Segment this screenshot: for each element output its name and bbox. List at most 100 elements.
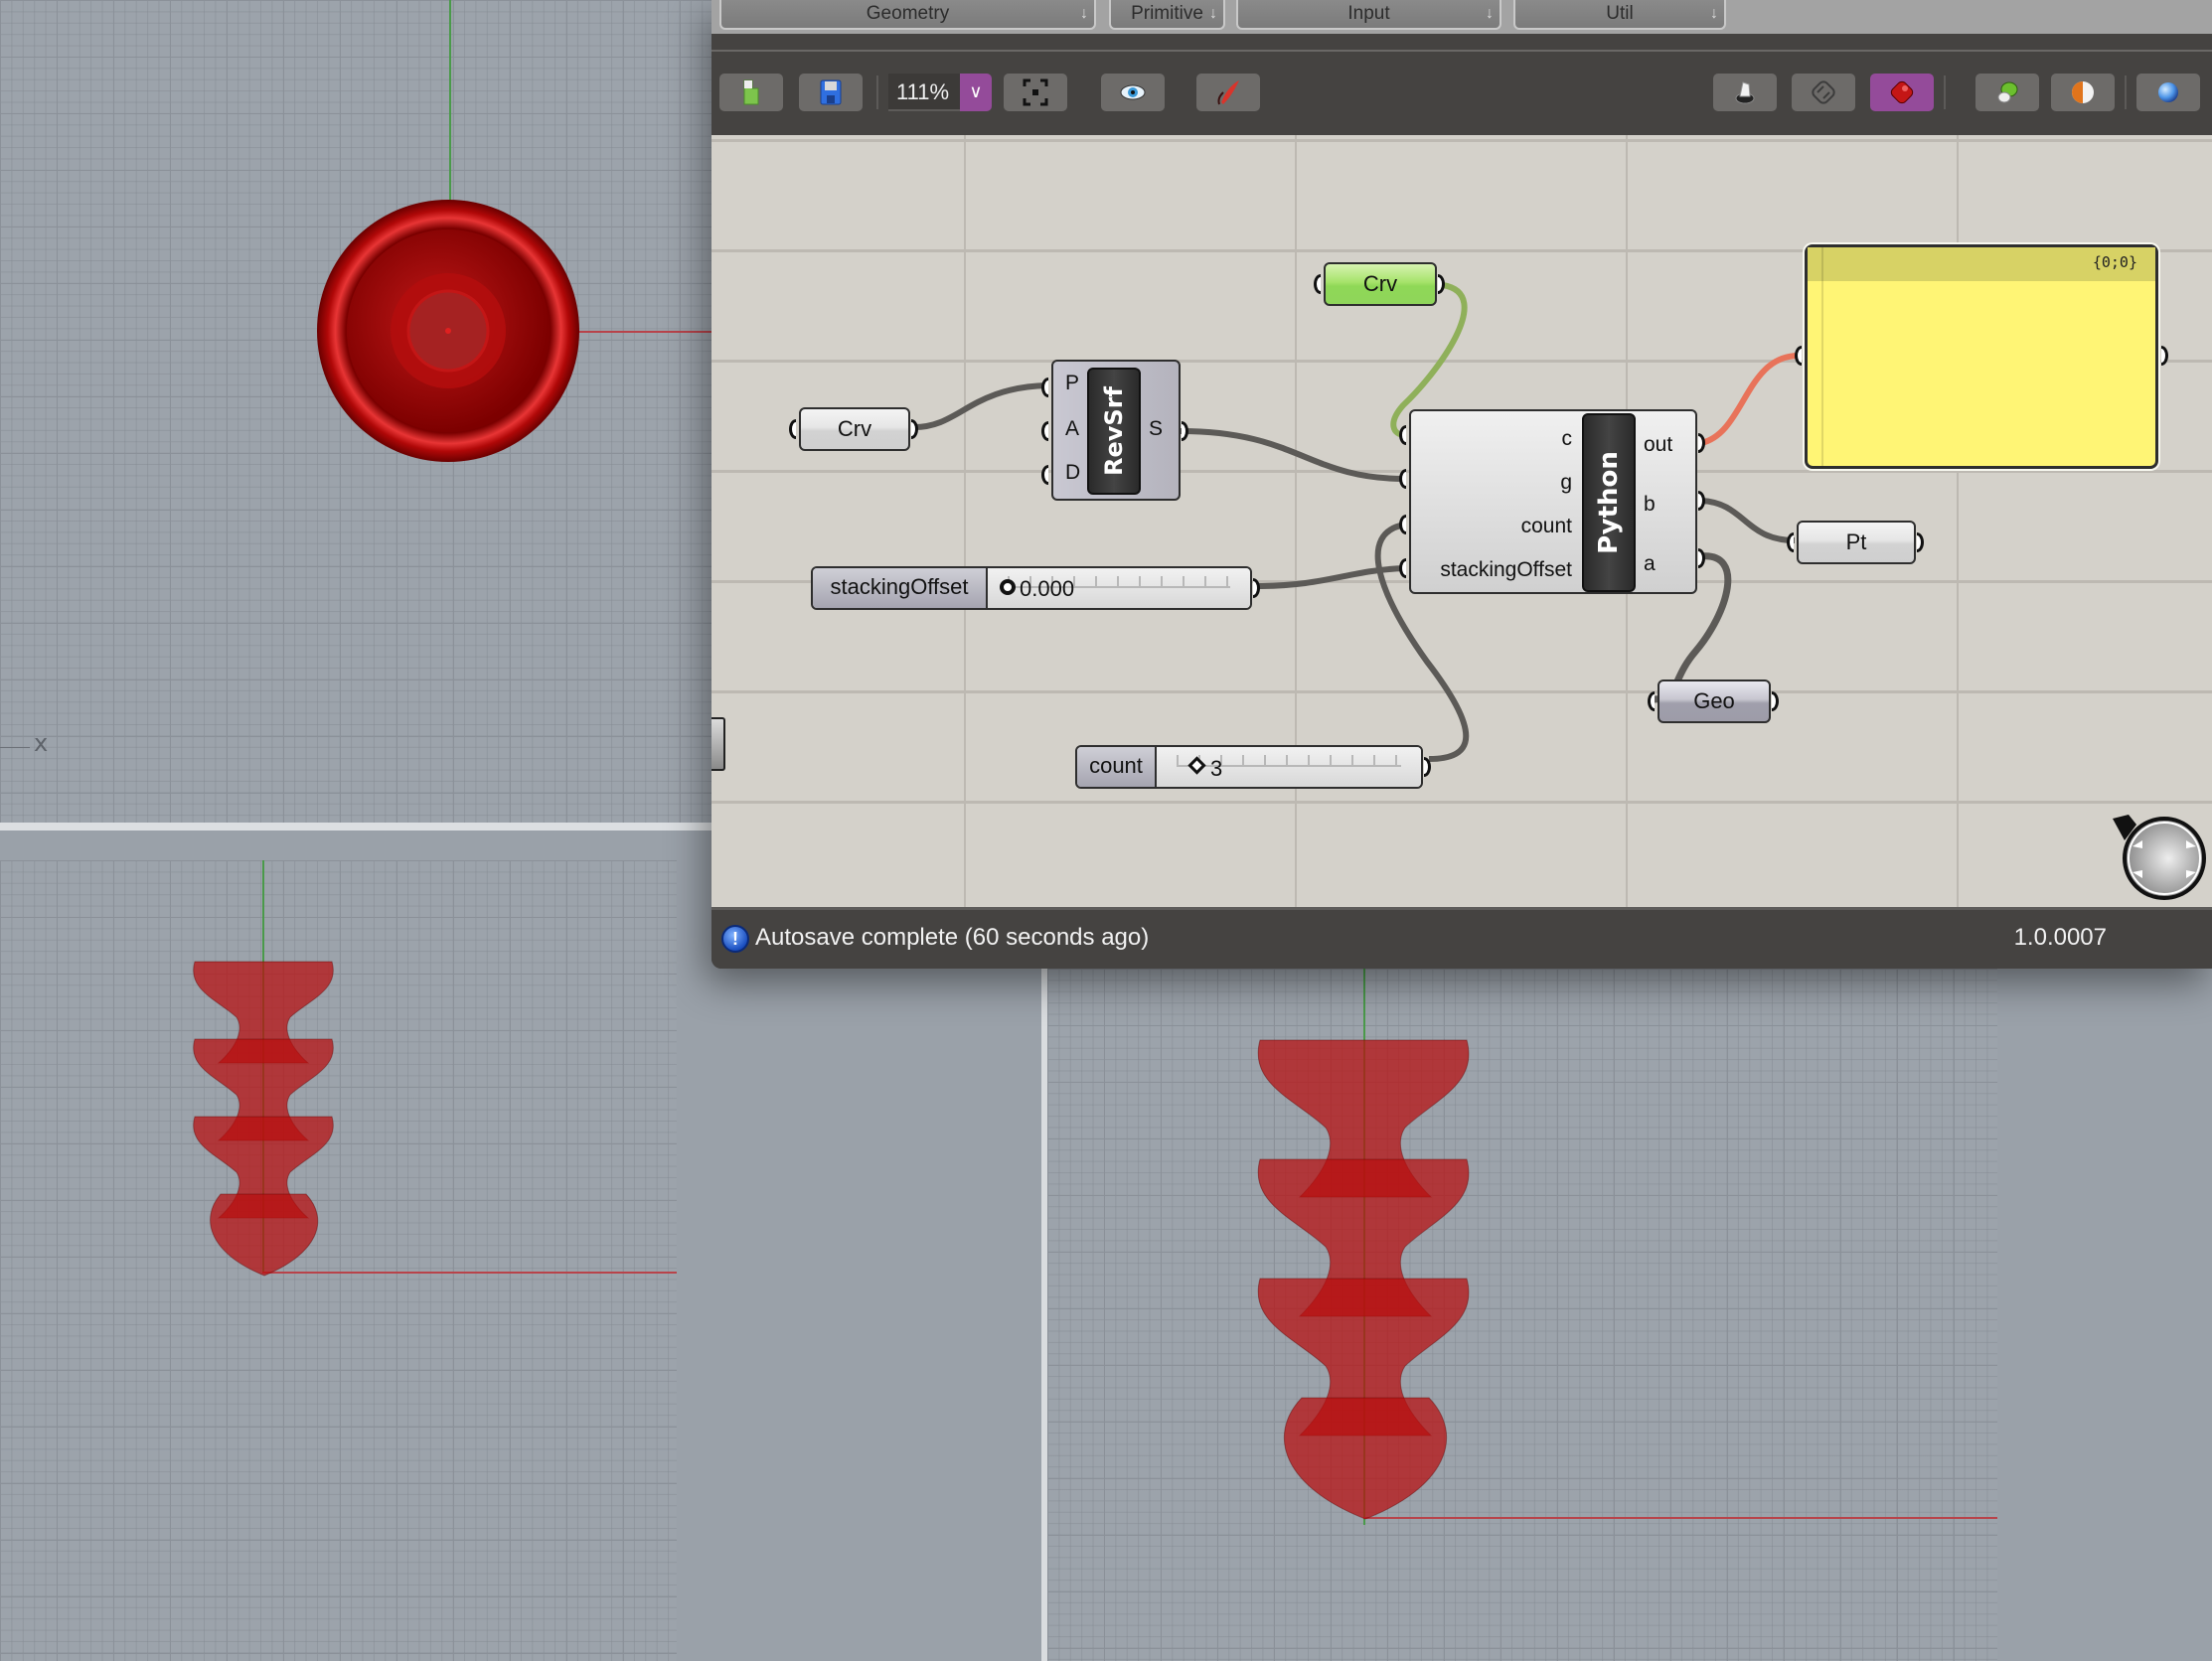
wire-crv-to-revsrf-p [913, 382, 1048, 430]
panel-data-path: {0;0} [2092, 253, 2137, 271]
perspective-viewport[interactable] [1047, 969, 1997, 1661]
floppy-disk-icon [820, 79, 842, 105]
crv-param-top[interactable]: Crv [1324, 262, 1437, 306]
dropdown-arrow-icon: ↓ [1080, 5, 1088, 22]
slider-label: count [1077, 747, 1157, 787]
canvas-navigation-widget-icon[interactable] [2107, 807, 2206, 902]
eye-icon [1120, 84, 1146, 100]
zoom-extents-button[interactable] [1004, 74, 1067, 111]
output-port-b: b [1644, 493, 1656, 516]
slider-track[interactable]: 3 [1157, 747, 1421, 787]
preview-none-button[interactable] [1792, 74, 1855, 111]
pen-icon [1217, 80, 1239, 105]
wire-python-out-to-panel [1700, 353, 1800, 446]
dropdown-arrow-icon: ↓ [1710, 5, 1718, 22]
save-file-button[interactable] [799, 74, 863, 111]
canvas-toolbar: 111% ∨ [711, 54, 2212, 135]
info-icon: ! [721, 925, 749, 953]
slider-label: stackingOffset [813, 568, 988, 608]
slider-track[interactable]: 0.000 [988, 568, 1250, 608]
open-file-button[interactable] [719, 74, 783, 111]
output-port-out: out [1644, 433, 1673, 456]
component-tab-bar: Geometry ↓ Primitive ↓ Input ↓ Util ↓ [711, 0, 2212, 34]
preview-mesh-quality-button[interactable] [2136, 74, 2200, 111]
sketch-button[interactable] [1196, 74, 1260, 111]
input-port-d: D [1065, 461, 1081, 484]
node-label: Geo [1693, 688, 1735, 713]
dropdown-arrow-icon: ↓ [1486, 5, 1494, 22]
grasshopper-window: Geometry ↓ Primitive ↓ Input ↓ Util ↓ 11… [711, 0, 2212, 969]
slider-knob-icon [1000, 579, 1016, 595]
stacking-offset-slider[interactable]: stackingOffset 0.000 [811, 566, 1252, 610]
revsrf-component[interactable]: P A D RevSrf S [1051, 360, 1181, 501]
input-port-count: count [1520, 515, 1572, 537]
revolved-surface-top-view [317, 200, 579, 462]
python-component[interactable]: c g count stackingOffset Python out b a [1409, 409, 1697, 594]
tab-label: Util [1606, 3, 1634, 24]
slider-value: 0.000 [1020, 576, 1075, 601]
dropdown-arrow-icon: ↓ [1209, 5, 1217, 22]
y-axis-line [449, 0, 451, 201]
material-sphere-icon [2072, 81, 2094, 103]
zoom-dropdown-button[interactable]: ∨ [960, 74, 992, 111]
preview-selected-button[interactable] [1975, 74, 2039, 111]
output-port-a: a [1644, 552, 1656, 575]
stacked-vase-front-view [193, 961, 334, 1277]
zoom-extents-icon [1023, 78, 1048, 106]
python-nickname-bar: Python [1582, 413, 1636, 592]
status-bar: ! Autosave complete (60 seconds ago) 1.0… [711, 907, 2212, 969]
status-message: Autosave complete (60 seconds ago) [755, 924, 1150, 951]
input-port-stacking-offset: stackingOffset [1440, 558, 1572, 581]
no-preview-icon [1812, 80, 1835, 104]
output-panel[interactable]: {0;0} [1805, 244, 2158, 469]
viewport-divider-horizontal[interactable] [0, 823, 711, 830]
tab-primitive[interactable]: Primitive ↓ [1109, 0, 1225, 30]
input-port-g: g [1560, 471, 1572, 494]
wireframe-preview-icon [1735, 81, 1755, 104]
output-port-s: S [1149, 417, 1164, 440]
geo-param[interactable]: Geo [1658, 680, 1771, 723]
tab-label: Geometry [866, 3, 950, 24]
zoom-level-field[interactable]: 111% [888, 74, 968, 111]
axis-indicator-line [0, 747, 30, 748]
input-port-p: P [1065, 372, 1080, 394]
count-slider[interactable]: count 3 [1075, 745, 1423, 789]
toolbar-separator [876, 76, 878, 109]
document-preview-settings-button[interactable] [2051, 74, 2115, 111]
grasshopper-canvas[interactable]: Crv P A D RevSrf S stackingOffset 0.000 [711, 135, 2212, 907]
preview-wireframe-button[interactable] [1713, 74, 1777, 111]
toolbar-separator [1944, 76, 1946, 109]
preview-shaded-button[interactable] [1870, 74, 1934, 111]
canvas-scrollbar-handle[interactable] [711, 717, 725, 771]
node-label: Pt [1845, 529, 1867, 554]
wire-python-b-to-pt [1700, 498, 1796, 543]
wire-revsrf-s-to-python-g [1180, 428, 1406, 482]
shaded-preview-icon [1890, 80, 1914, 104]
node-label: Crv [837, 416, 872, 441]
x-axis-label: x [34, 729, 49, 757]
top-viewport[interactable]: x [0, 0, 711, 825]
version-label: 1.0.0007 [2013, 924, 2107, 951]
revsrf-nickname-bar: RevSrf [1087, 368, 1141, 495]
slider-value: 3 [1210, 756, 1223, 781]
tab-label: Primitive [1131, 3, 1203, 24]
input-port-c: c [1561, 427, 1573, 450]
tab-geometry[interactable]: Geometry ↓ [719, 0, 1096, 30]
stacked-vase-perspective-view [1257, 1039, 1470, 1520]
folder-icon [743, 79, 759, 105]
tab-util[interactable]: Util ↓ [1513, 0, 1726, 30]
panel-margin-line [1821, 247, 1823, 466]
preview-toggle-button[interactable] [1101, 74, 1165, 111]
ribbon-panel-strip [711, 34, 2212, 52]
node-label: Crv [1362, 271, 1398, 296]
tab-input[interactable]: Input ↓ [1236, 0, 1501, 30]
front-viewport[interactable] [0, 860, 677, 1661]
blue-sphere-icon [2158, 82, 2178, 102]
input-port-a: A [1065, 417, 1080, 440]
crv-param-left[interactable]: Crv [799, 407, 910, 451]
chevron-down-icon: ∨ [969, 81, 983, 101]
selected-preview-icon [1997, 81, 2018, 103]
pt-param[interactable]: Pt [1797, 521, 1916, 564]
tab-label: Input [1347, 3, 1390, 24]
toolbar-separator [2125, 76, 2127, 109]
